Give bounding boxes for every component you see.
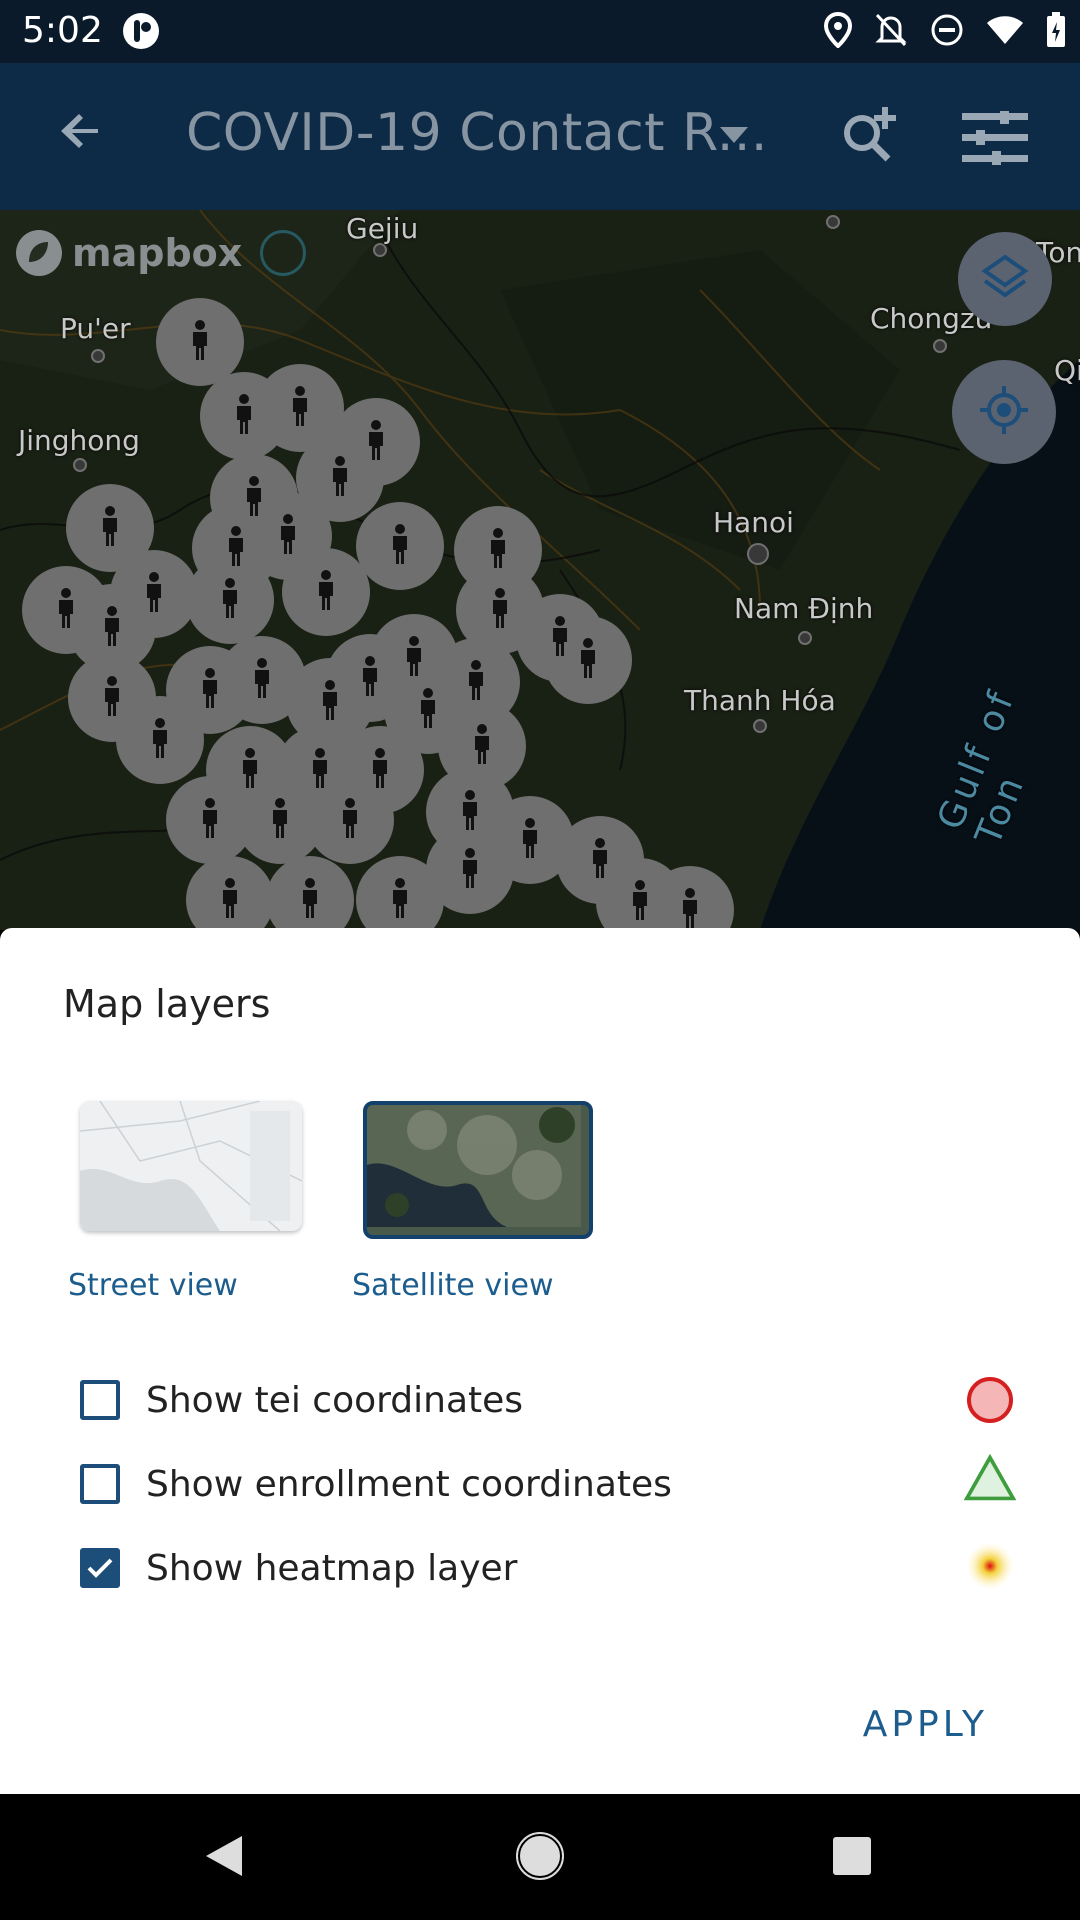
map-label: Hanoi bbox=[713, 506, 794, 539]
person-icon bbox=[633, 880, 647, 920]
person-icon bbox=[393, 524, 407, 564]
person-icon bbox=[203, 668, 217, 708]
person-icon bbox=[147, 572, 161, 612]
option-enrollment-coordinates[interactable]: Show enrollment coordinates bbox=[80, 1454, 672, 1514]
person-icon bbox=[463, 790, 477, 830]
option-label: Show tei coordinates bbox=[146, 1379, 524, 1421]
person-icon bbox=[229, 526, 243, 566]
person-icon bbox=[293, 386, 307, 426]
person-icon bbox=[237, 394, 251, 434]
person-icon bbox=[475, 724, 489, 764]
heatmap-layer-checkbox[interactable] bbox=[80, 1548, 120, 1588]
person-icon bbox=[469, 660, 483, 700]
location-icon bbox=[823, 11, 853, 53]
apply-button[interactable]: APPLY bbox=[863, 1704, 988, 1745]
tei-coordinates-checkbox[interactable] bbox=[80, 1380, 120, 1420]
person-icon bbox=[553, 616, 567, 656]
mapbox-attribution: mapbox bbox=[14, 228, 307, 278]
status-bar: 5:02 bbox=[0, 0, 1080, 63]
person-icon bbox=[223, 578, 237, 618]
sheet-title: Map layers bbox=[63, 982, 271, 1026]
person-icon bbox=[255, 658, 269, 698]
person-icon bbox=[421, 688, 435, 728]
street-view-thumbnail[interactable] bbox=[80, 1101, 302, 1231]
layers-icon bbox=[981, 253, 1029, 306]
person-icon bbox=[683, 888, 697, 928]
dropdown-caret-icon[interactable] bbox=[720, 127, 748, 148]
filter-icon[interactable] bbox=[962, 109, 1028, 170]
person-icon bbox=[203, 798, 217, 838]
app-bar: COVID-19 Contact R... bbox=[0, 63, 1080, 210]
person-icon bbox=[581, 638, 595, 678]
person-icon bbox=[105, 676, 119, 716]
person-icon bbox=[319, 570, 333, 610]
street-view-label[interactable]: Street view bbox=[68, 1268, 238, 1303]
map-layers-sheet: Map layers Street view Satellite view bbox=[0, 928, 1080, 1794]
red-circle-icon bbox=[964, 1374, 1016, 1426]
system-nav-bar bbox=[0, 1794, 1080, 1920]
person-icon bbox=[247, 476, 261, 516]
map-label: Gejiu bbox=[346, 212, 419, 245]
person-icon bbox=[373, 748, 387, 788]
person-icon bbox=[105, 606, 119, 646]
person-icon bbox=[273, 798, 287, 838]
program-title[interactable]: COVID-19 Contact R... bbox=[186, 103, 768, 163]
satellite-map-preview bbox=[367, 1105, 581, 1227]
person-icon bbox=[393, 878, 407, 918]
option-label: Show enrollment coordinates bbox=[146, 1463, 672, 1505]
check-icon bbox=[87, 1558, 113, 1578]
do-not-disturb-icon bbox=[930, 13, 964, 52]
option-heatmap-layer[interactable]: Show heatmap layer bbox=[80, 1538, 517, 1598]
nav-home-icon[interactable] bbox=[516, 1832, 564, 1885]
person-icon bbox=[593, 838, 607, 878]
heatmap-dot-icon bbox=[964, 1540, 1016, 1592]
person-icon bbox=[153, 718, 167, 758]
person-icon bbox=[193, 320, 207, 360]
option-label: Show heatmap layer bbox=[146, 1547, 518, 1589]
status-time: 5:02 bbox=[22, 10, 103, 51]
map-label: Qi bbox=[1054, 354, 1080, 387]
map-label: Thanh Hóa bbox=[684, 684, 836, 717]
street-map-preview bbox=[80, 1101, 302, 1231]
person-icon bbox=[493, 588, 507, 628]
map-label: Pu'er bbox=[60, 312, 131, 345]
green-triangle-icon bbox=[964, 1452, 1016, 1504]
back-arrow-icon[interactable] bbox=[58, 107, 106, 160]
enrollment-coordinates-checkbox[interactable] bbox=[80, 1464, 120, 1504]
person-icon bbox=[369, 420, 383, 460]
person-icon bbox=[223, 878, 237, 918]
option-tei-coordinates[interactable]: Show tei coordinates bbox=[80, 1370, 523, 1430]
my-location-button[interactable] bbox=[952, 360, 1056, 464]
person-icon bbox=[103, 506, 117, 546]
map-label: Jinghong bbox=[18, 424, 140, 457]
notifications-off-icon bbox=[874, 12, 908, 53]
map-view[interactable]: mapbox Gejiu Pu'er Jinghong Chongzu Qi H… bbox=[0, 210, 1080, 930]
map-label: Nam Định bbox=[734, 592, 874, 625]
search-add-icon[interactable] bbox=[838, 103, 902, 172]
person-icon bbox=[59, 588, 73, 628]
person-icon bbox=[313, 748, 327, 788]
nav-recents-icon[interactable] bbox=[832, 1836, 872, 1881]
satellite-view-label[interactable]: Satellite view bbox=[352, 1268, 554, 1303]
nav-back-icon[interactable] bbox=[204, 1834, 244, 1883]
satellite-view-thumbnail[interactable] bbox=[363, 1101, 593, 1239]
person-icon bbox=[463, 848, 477, 888]
battery-charging-icon bbox=[1046, 12, 1066, 53]
info-icon[interactable] bbox=[260, 230, 307, 276]
person-icon bbox=[491, 528, 505, 568]
layers-button[interactable] bbox=[958, 232, 1052, 326]
app-logo-icon bbox=[122, 12, 160, 55]
person-icon bbox=[363, 656, 377, 696]
person-icon bbox=[281, 514, 295, 554]
wifi-icon bbox=[986, 15, 1024, 50]
person-icon bbox=[243, 748, 257, 788]
person-icon bbox=[303, 878, 317, 918]
my-location-icon bbox=[978, 384, 1030, 441]
person-icon bbox=[407, 636, 421, 676]
person-icon bbox=[333, 456, 347, 496]
person-icon bbox=[523, 818, 537, 858]
person-icon bbox=[323, 680, 337, 720]
person-icon bbox=[343, 798, 357, 838]
